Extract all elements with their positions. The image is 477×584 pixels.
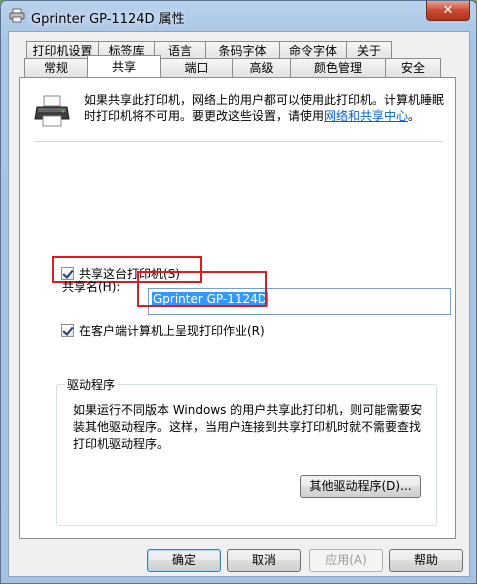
tab-sharing[interactable]: 共享: [87, 55, 161, 77]
drivers-group-title: 驱动程序: [65, 376, 118, 393]
properties-window: Gprinter GP-1124D 属性 ✕ 打印机设置 标签库 语言 条码字体…: [0, 0, 477, 584]
apply-button[interactable]: 应用(A): [309, 549, 383, 572]
separator: [34, 141, 443, 142]
tab-advanced[interactable]: 高级: [232, 58, 291, 77]
drivers-description: 如果运行不同版本 Windows 的用户共享此打印机，则可能需要安装其他驱动程序…: [73, 403, 423, 451]
tab-color-management[interactable]: 颜色管理: [290, 58, 386, 77]
tab-row-front: 常规 共享 端口 高级 颜色管理 安全: [24, 55, 441, 77]
printer-icon: [34, 95, 70, 127]
cancel-button[interactable]: 取消: [227, 549, 301, 572]
render-jobs-checkbox-row[interactable]: 在客户端计算机上呈现打印作业(R): [61, 322, 265, 339]
share-name-label: 共享名(H):: [62, 280, 121, 294]
render-jobs-label: 在客户端计算机上呈现打印作业(R): [79, 324, 265, 338]
network-sharing-center-link[interactable]: 网络和共享中心: [324, 109, 408, 123]
tab-security[interactable]: 安全: [385, 58, 441, 77]
dialog-client: 打印机设置 标签库 语言 条码字体 命令字体 关于 常规 共享 端口 高级 颜色…: [8, 31, 470, 577]
sharing-panel: 如果共享此打印机，网络上的用户都可以使用此打印机。计算机睡眠时打印机将不可用。要…: [19, 77, 456, 539]
help-button[interactable]: 帮助: [389, 549, 463, 572]
highlight-box: [137, 271, 267, 307]
tab-general[interactable]: 常规: [24, 58, 88, 77]
title-bar[interactable]: Gprinter GP-1124D 属性 ✕: [1, 1, 476, 31]
sharing-info-text: 如果共享此打印机，网络上的用户都可以使用此打印机。计算机睡眠时打印机将不可用。要…: [84, 93, 445, 123]
other-drivers-button[interactable]: 其他驱动程序(D)...: [300, 475, 421, 498]
window-title: Gprinter GP-1124D 属性: [31, 12, 185, 27]
printer-icon: [9, 8, 25, 23]
render-jobs-checkbox[interactable]: [61, 324, 74, 337]
ok-button[interactable]: 确定: [147, 549, 221, 572]
tab-ports[interactable]: 端口: [160, 58, 233, 77]
drivers-group: 驱动程序 如果运行不同版本 Windows 的用户共享此打印机，则可能需要安装其…: [56, 376, 437, 526]
close-button[interactable]: ✕: [426, 1, 470, 21]
